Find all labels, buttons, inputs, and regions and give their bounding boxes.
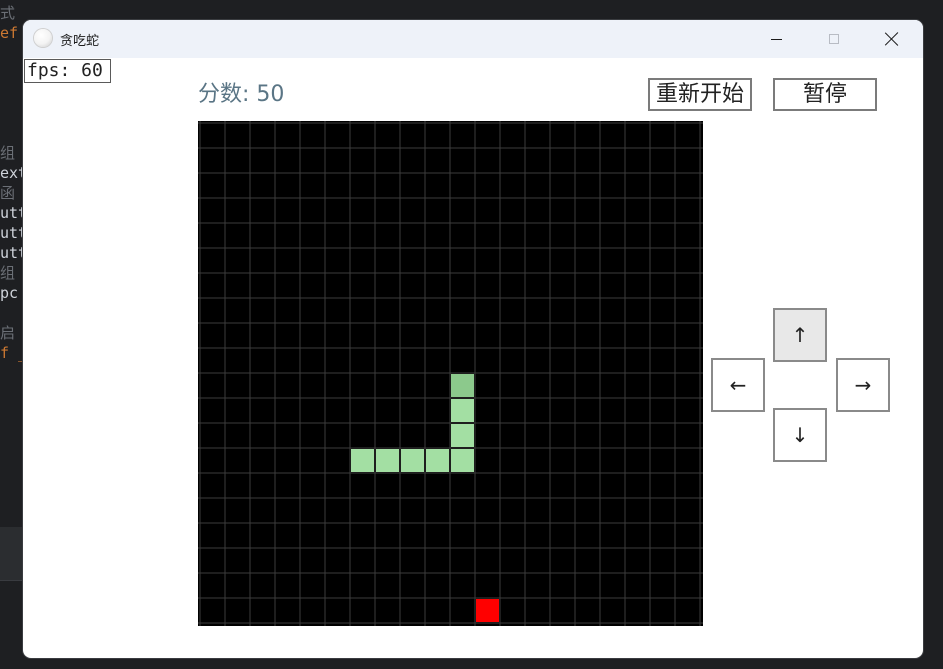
background-code-line: pc <box>0 284 19 302</box>
down-button[interactable]: ↓ <box>773 408 827 462</box>
title-bar[interactable]: 贪吃蛇 <box>23 20 923 58</box>
game-board <box>198 121 703 626</box>
minimize-button[interactable] <box>753 20 799 58</box>
window-title: 贪吃蛇 <box>60 34 100 49</box>
background-code-line: 函 <box>0 184 16 202</box>
arrow-up-icon: ↑ <box>791 323 809 347</box>
maximize-icon <box>829 34 839 44</box>
background-code-line: 组 <box>0 264 16 282</box>
arrow-right-icon: → <box>854 373 872 397</box>
close-icon <box>885 32 899 46</box>
snake-segment <box>376 449 399 472</box>
background-panel <box>0 527 24 580</box>
restart-button[interactable]: 重新开始 <box>648 78 752 111</box>
background-code-line: 式 <box>0 4 16 22</box>
arrow-left-icon: ← <box>729 373 747 397</box>
game-window: 贪吃蛇 fps: 60 分数: 50 重新开始 暂停 ↑ ← → ↓ <box>23 20 923 658</box>
snake-segment <box>401 449 424 472</box>
close-button[interactable] <box>869 20 915 58</box>
background-code-line: 启 <box>0 324 16 342</box>
left-button[interactable]: ← <box>711 358 765 412</box>
snake-segment <box>451 449 474 472</box>
maximize-button[interactable] <box>811 20 857 58</box>
board-canvas <box>198 121 703 626</box>
snake-segment <box>351 449 374 472</box>
background-terminal <box>0 580 24 669</box>
up-button[interactable]: ↑ <box>773 308 827 362</box>
score-label: 分数: 50 <box>198 82 285 107</box>
snake-segment <box>451 399 474 422</box>
background-code-line: 组 <box>0 144 16 162</box>
right-button[interactable]: → <box>836 358 890 412</box>
snake-segment <box>426 449 449 472</box>
pause-button[interactable]: 暂停 <box>773 78 877 111</box>
snake-segment <box>451 424 474 447</box>
arrow-down-icon: ↓ <box>791 423 809 447</box>
food <box>476 599 499 622</box>
app-icon <box>34 29 52 47</box>
background-code-line: ef <box>0 24 19 42</box>
minimize-icon <box>770 38 782 40</box>
snake-head <box>451 374 474 397</box>
fps-counter: fps: 60 <box>24 59 111 83</box>
